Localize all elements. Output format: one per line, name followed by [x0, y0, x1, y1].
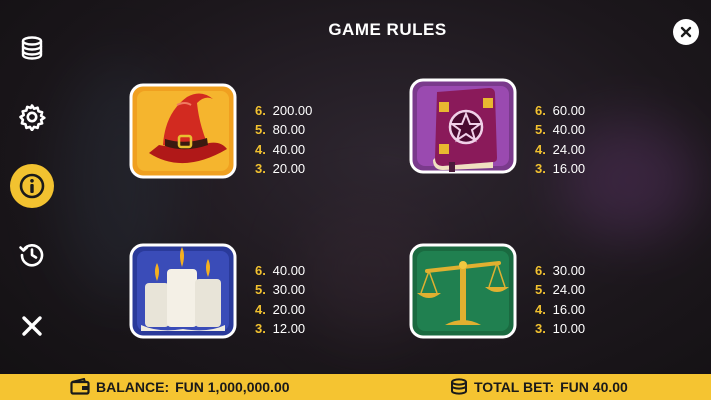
- spell-book-icon: [409, 78, 517, 174]
- pay-row: 3. 16.00: [535, 159, 585, 178]
- symbol-scales: [409, 243, 517, 339]
- balance-value: FUN 1,000,000.00: [175, 378, 290, 395]
- pay-row: 4. 24.00: [535, 140, 585, 159]
- pay-value: 30.00: [272, 282, 306, 298]
- pay-value: 30.00: [552, 263, 586, 278]
- pay-value: 16.00: [552, 160, 586, 176]
- pay-row: 6. 30.00: [535, 261, 585, 280]
- pay-row: 5. 30.00: [255, 280, 305, 299]
- pay-value: 200.00: [272, 103, 313, 118]
- pay-row: 4. 40.00: [255, 140, 312, 159]
- pay-row: 6. 40.00: [255, 261, 305, 280]
- pay-count: 4.: [255, 301, 266, 317]
- side-menu: [0, 0, 64, 372]
- pay-value: 12.00: [272, 320, 306, 336]
- total-bet-value: FUN 40.00: [560, 379, 628, 395]
- pay-row: 5. 24.00: [535, 280, 585, 299]
- history-icon: [19, 243, 44, 267]
- pay-row: 6. 200.00: [255, 101, 312, 120]
- paytable-witch-hat: 6. 200.00 5. 80.00 4. 40.00 3. 20.00: [255, 101, 312, 178]
- pay-count: 6.: [255, 103, 266, 118]
- pay-count: 3.: [255, 320, 266, 336]
- total-bet-label: TOTAL BET:: [474, 379, 555, 395]
- pay-row: 5. 80.00: [255, 120, 312, 139]
- symbol-spell-book: [409, 78, 517, 174]
- pay-row: 3. 20.00: [255, 159, 312, 178]
- info-icon: [19, 173, 45, 199]
- status-bar: BALANCE: FUN 1,000,000.00 TOTAL BET: FUN…: [0, 374, 711, 400]
- close-rules-button[interactable]: [673, 19, 699, 45]
- pay-count: 5.: [255, 122, 266, 138]
- pay-value: 24.00: [552, 282, 586, 298]
- pay-value: 60.00: [552, 103, 586, 118]
- wallet-icon: [70, 378, 90, 395]
- pay-count: 6.: [255, 263, 266, 278]
- pay-count: 3.: [535, 160, 546, 176]
- pay-row: 4. 20.00: [255, 300, 305, 319]
- pay-row: 4. 16.00: [535, 300, 585, 319]
- pay-value: 40.00: [272, 263, 306, 278]
- pay-value: 24.00: [552, 141, 586, 157]
- pay-value: 80.00: [272, 122, 306, 138]
- history-button[interactable]: [10, 233, 54, 277]
- page-title-text: GAME RULES: [328, 20, 447, 39]
- pay-count: 6.: [535, 103, 546, 118]
- pay-row: 6. 60.00: [535, 101, 585, 120]
- page-title: GAME RULES: [0, 20, 711, 40]
- pay-value: 40.00: [272, 141, 306, 157]
- paytable-candles: 6. 40.00 5. 30.00 4. 20.00 3. 12.00: [255, 261, 305, 338]
- pay-value: 10.00: [552, 320, 586, 336]
- pay-row: 3. 12.00: [255, 319, 305, 338]
- total-bet-display: TOTAL BET: FUN 40.00: [450, 378, 628, 396]
- symbol-witch-hat: [129, 83, 237, 179]
- pay-count: 5.: [535, 122, 546, 138]
- paytable-spell-book: 6. 60.00 5. 40.00 4. 24.00 3. 16.00: [535, 101, 585, 178]
- pay-value: 40.00: [552, 122, 586, 138]
- close-icon: [22, 316, 42, 336]
- balance-display: BALANCE: FUN 1,000,000.00: [70, 378, 290, 395]
- paytable-scales: 6. 30.00 5. 24.00 4. 16.00 3. 10.00: [535, 261, 585, 338]
- scales-icon: [409, 243, 517, 339]
- pay-value: 20.00: [272, 301, 306, 317]
- candles-icon: [129, 243, 237, 339]
- pay-count: 4.: [255, 141, 266, 157]
- pay-value: 20.00: [272, 160, 306, 176]
- pay-count: 6.: [535, 263, 546, 278]
- symbol-candles: [129, 243, 237, 339]
- pay-count: 3.: [535, 320, 546, 336]
- balance-label: BALANCE:: [96, 378, 170, 395]
- pay-count: 5.: [255, 282, 266, 298]
- close-icon: [680, 26, 692, 38]
- pay-count: 4.: [535, 301, 546, 317]
- pay-value: 16.00: [552, 301, 586, 317]
- settings-button[interactable]: [10, 95, 54, 139]
- pay-count: 3.: [255, 160, 266, 176]
- exit-button[interactable]: [10, 304, 54, 348]
- pay-row: 5. 40.00: [535, 120, 585, 139]
- pay-row: 3. 10.00: [535, 319, 585, 338]
- info-button[interactable]: [10, 164, 54, 208]
- gear-icon: [19, 104, 46, 131]
- coin-stack-icon: [451, 378, 467, 395]
- pay-count: 5.: [535, 282, 546, 298]
- witch-hat-icon: [129, 83, 237, 179]
- pay-count: 4.: [535, 141, 546, 157]
